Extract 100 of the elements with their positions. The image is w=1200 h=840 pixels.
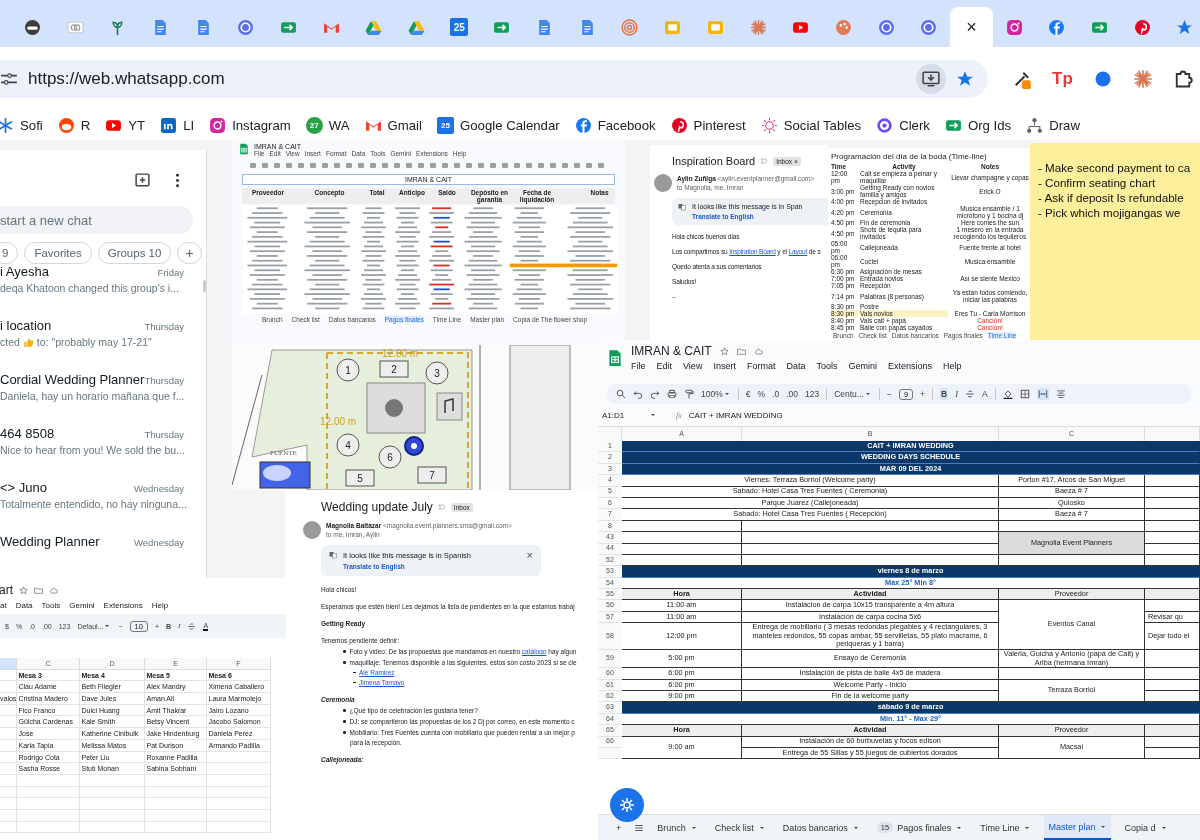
chat-name[interactable]: <> Juno [0,480,47,495]
caret-icon[interactable] [649,411,657,419]
extension-button[interactable]: Tp [1052,68,1073,89]
cloud-icon[interactable] [753,346,763,356]
chat-name[interactable]: Cordial Wedding Planner [0,372,145,387]
bookmark[interactable]: Draw [1026,116,1080,134]
filter-chip[interactable]: 9 [0,242,19,264]
burst-icon [749,18,767,36]
paint-format-icon[interactable] [684,389,694,399]
bookmark[interactable]: Instagram [209,116,291,134]
bookmark[interactable]: Gmail [364,116,422,134]
formula-field[interactable]: CAIT + IMRAN WEDDING [688,410,783,420]
align-icon[interactable] [1055,389,1066,399]
browser-tab[interactable]: × [950,7,993,47]
bookmark[interactable]: Clerk [876,116,930,134]
strikethrough-icon[interactable] [965,389,976,399]
sheet-tab[interactable]: Datos bancarios [778,815,864,840]
bookmark[interactable]: Pinterest [670,116,746,134]
menu-item[interactable]: Extensions [887,361,932,371]
list-icon[interactable] [634,822,645,833]
sheet-tab[interactable]: Copia d [1120,815,1172,840]
bookmark[interactable]: LI [160,116,195,134]
table-cell [1145,509,1200,521]
bookmark[interactable]: Org Ids [944,116,1012,134]
dimension-label: 12.00 m [382,348,419,359]
menu-item[interactable]: Help [151,601,169,610]
sheet-tab[interactable]: Master plan [1044,815,1112,840]
table-cell [1145,532,1200,544]
menu-item[interactable]: Tools [41,601,61,610]
font-dropdown[interactable]: Centu... [834,389,872,399]
add-filter-button[interactable]: + [177,242,202,264]
bookmark[interactable]: Social Tables [760,116,862,134]
bookmark[interactable]: 27 WA [305,116,350,134]
menu-item[interactable]: Data [15,601,33,610]
chat-name[interactable]: Wedding Planner [0,534,100,549]
toolbar-button[interactable]: 123 [804,389,820,399]
print-icon[interactable] [667,389,677,399]
bookmark[interactable]: R [57,116,91,134]
browser-tab[interactable]: 25 [437,7,481,47]
text-color-button[interactable]: A [982,389,988,399]
chat-name[interactable]: i Ayesha [0,264,49,279]
folder-icon[interactable] [736,346,746,356]
menu-item[interactable]: Tools [816,361,838,371]
spreadsheet-icon [238,143,250,155]
chat-name[interactable]: 464 8508 [0,426,55,441]
increase-size-button[interactable]: + [920,389,926,399]
sheet-tab[interactable]: Time Line [976,815,1036,840]
italic-button[interactable]: I [955,389,959,399]
menu-item[interactable]: Insert [713,361,736,371]
cloud-icon[interactable] [49,585,58,595]
filter-chip[interactable]: Groups 10 [97,242,172,264]
bookmark[interactable]: Facebook [574,116,656,134]
sheet-tab[interactable]: Check list [710,815,770,840]
zoom-dropdown[interactable]: 100% [701,389,731,399]
search-icon[interactable] [616,389,626,399]
bookmark[interactable]: 25 Google Calendar [436,116,560,134]
toolbar-button[interactable]: € [745,389,751,399]
decrease-size-button[interactable]: − [886,389,892,399]
undo-icon[interactable] [633,389,643,399]
bookmark[interactable]: Sofi [0,116,43,134]
label-icon[interactable] [437,503,446,511]
menu-item[interactable]: Edit [656,361,673,371]
fill-color-icon[interactable] [1002,389,1013,399]
menu-item[interactable]: at [0,601,7,610]
menu-item[interactable]: Gemini [69,601,95,610]
folder-icon[interactable] [34,585,43,595]
address-bar[interactable]: https://web.whatsapp.com [0,59,988,98]
menu-item[interactable]: Format [746,361,776,371]
menu-item[interactable]: File [631,361,646,371]
chat-name[interactable]: i location [0,318,52,333]
bookmark[interactable]: YT [105,116,146,134]
toolbar-button[interactable]: .0 [772,389,780,399]
borders-icon[interactable] [1019,389,1030,399]
star-icon[interactable] [719,346,729,356]
menu-item[interactable]: View [683,361,703,371]
search-field[interactable]: start a new chat [0,206,193,234]
table-cell [17,786,80,799]
star-icon[interactable] [956,69,974,88]
toolbar-button[interactable]: .00 [786,389,798,399]
strikethrough-icon[interactable] [187,621,197,631]
burst-icon[interactable] [1132,68,1153,89]
filter-chip[interactable]: Favorites [24,242,92,264]
scrollbar-thumb[interactable] [203,280,206,292]
menu-item[interactable]: Extensions [103,601,143,610]
sheet-tab[interactable]: Brunch [653,815,702,840]
redo-icon[interactable] [650,389,660,399]
label-icon[interactable] [760,157,769,165]
new-chat-icon[interactable] [134,172,151,189]
toolbar-button[interactable]: % [757,389,766,399]
dimension-label: 12.00 m [320,416,357,427]
bold-button[interactable]: B [940,388,949,400]
spreadsheet-icon [606,347,624,369]
menu-item[interactable]: Help [943,361,962,371]
star-icon[interactable] [19,585,28,595]
merge-cells-icon[interactable] [1036,388,1049,400]
menu-item[interactable]: Gemini [848,361,877,371]
cell-reference[interactable]: A1:D1 [602,410,642,420]
install-button[interactable] [916,63,946,94]
close-button[interactable]: × [526,549,533,561]
menu-item[interactable]: Data [786,361,806,371]
